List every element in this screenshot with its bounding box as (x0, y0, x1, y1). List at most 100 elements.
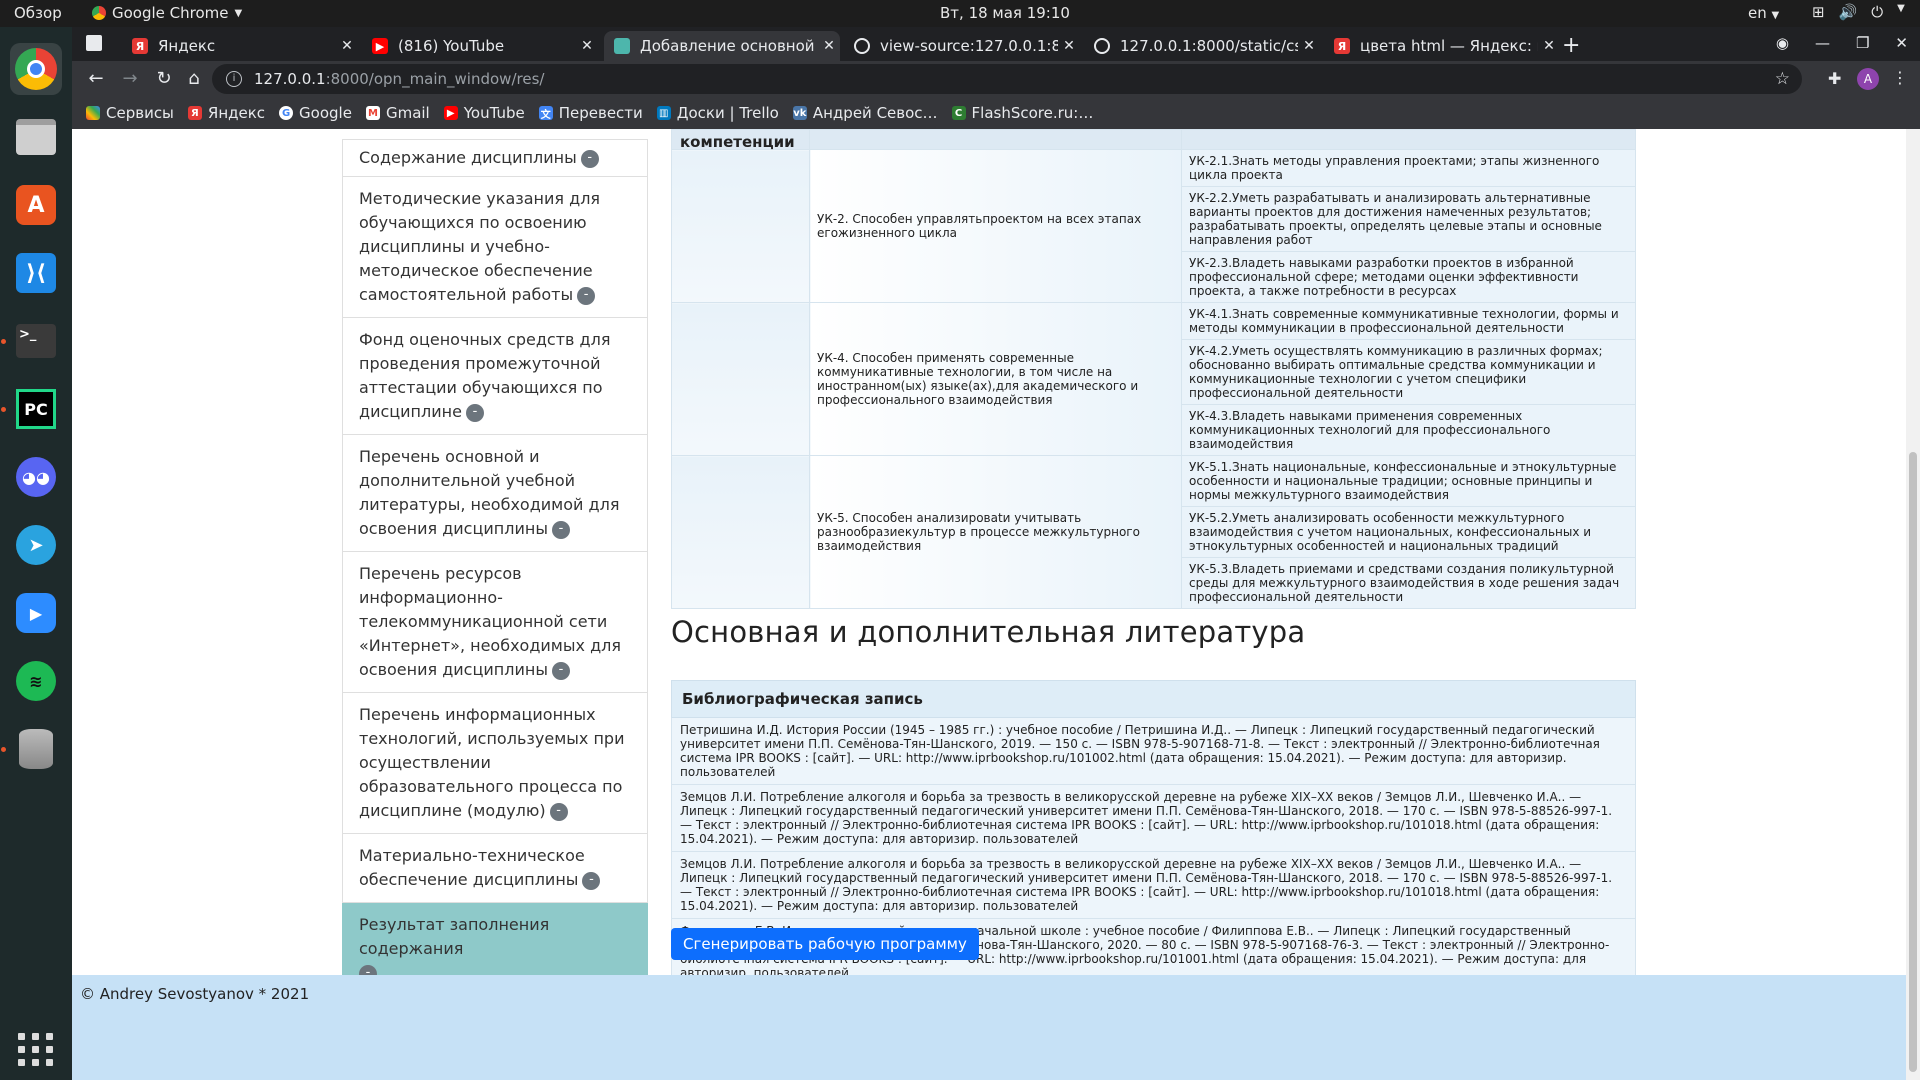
dock-software[interactable]: A (10, 179, 62, 231)
bookmark-item[interactable]: Сервисы (86, 104, 174, 122)
minimize-icon[interactable]: — (1815, 34, 1830, 52)
youtube-icon: ▶ (443, 106, 458, 120)
close-icon[interactable]: ✕ (336, 38, 358, 54)
caret-down-icon: ▼ (1771, 10, 1780, 21)
bookmark-item[interactable]: M Gmail (365, 104, 430, 122)
close-icon[interactable]: ✕ (1298, 38, 1320, 54)
site-info-icon[interactable]: i (226, 71, 242, 87)
clock[interactable]: Вт, 18 мая 19:10 (940, 4, 1070, 22)
tab-current-page[interactable]: Добавление основной и… ✕ (604, 31, 840, 61)
sidebar-item-literature[interactable]: Перечень основной и дополнительной учебн… (342, 435, 648, 552)
sidebar-item-content[interactable]: Содержание дисциплины - (342, 139, 648, 177)
page-scrollbar[interactable] (1906, 129, 1920, 1080)
collapse-badge[interactable]: - (577, 286, 596, 305)
tab-view-source[interactable]: view-source:127.0.0.1:800 ✕ (844, 31, 1080, 61)
browser-menu-icon[interactable]: ⋮ (1892, 68, 1908, 87)
collapse-badge[interactable]: - (551, 661, 570, 680)
column-header-code: компетенции (671, 129, 810, 150)
close-window-icon[interactable]: ✕ (1895, 34, 1908, 52)
dock-terminal[interactable]: >_ (1, 315, 62, 367)
bookmark-item[interactable]: 文 Перевести (538, 104, 643, 122)
tab-title: 127.0.0.1:8000/static/css/ (1120, 37, 1298, 55)
sidebar-item-internet-resources[interactable]: Перечень ресурсов информационно-телекомм… (342, 552, 648, 693)
bookmark-star-icon[interactable]: ☆ (1775, 69, 1790, 89)
close-icon[interactable]: ✕ (818, 38, 840, 54)
yandex-icon: Я (132, 38, 148, 54)
dock-vscode[interactable]: ⟩⟨ (10, 247, 62, 299)
tab-static-css[interactable]: 127.0.0.1:8000/static/css/ ✕ (1084, 31, 1320, 61)
system-tray[interactable]: ⊞ 🔊 ⏻ ▼ (1812, 3, 1905, 21)
collapse-badge[interactable]: - (582, 871, 601, 890)
dock-database[interactable] (1, 723, 62, 775)
table-row: Петришина И.Д. История России (1945 – 19… (671, 717, 1636, 785)
vscode-icon: ⟩⟨ (16, 253, 56, 293)
generate-program-button[interactable]: Сгенерировать рабочую программу (671, 928, 979, 960)
dock-zoom[interactable]: ▶ (10, 587, 62, 639)
collapse-badge[interactable]: - (549, 802, 568, 821)
dock-discord[interactable]: ◕◕ (10, 451, 62, 503)
page-viewport: Содержание дисциплины - Методические указ… (72, 129, 1920, 1080)
column-header-competence (809, 129, 1182, 150)
close-icon[interactable]: ✕ (576, 38, 598, 54)
bookmark-item[interactable]: ▥ Доски | Trello (656, 104, 779, 122)
globe-icon (854, 38, 870, 54)
bookmark-item[interactable]: G Google (279, 104, 352, 122)
address-bar[interactable]: i 127.0.0.1:8000/opn_main_window/res/ ☆ (212, 64, 1802, 94)
show-apps-icon[interactable] (18, 1033, 54, 1066)
bookmark-item[interactable]: vk Андрей Севос… (792, 104, 938, 122)
dock-chrome[interactable] (10, 43, 62, 95)
tab-youtube[interactable]: ▶ (816) YouTube ✕ (362, 31, 598, 61)
vk-icon: vk (792, 106, 807, 120)
app-menu[interactable]: Google Chrome ▼ (92, 4, 242, 22)
back-icon[interactable]: ← (84, 68, 108, 89)
pycharm-icon: PC (16, 389, 56, 429)
tab-list-icon[interactable]: ◉ (1776, 34, 1789, 52)
profile-avatar[interactable]: A (1857, 68, 1879, 90)
dock-files[interactable] (10, 111, 62, 163)
collapse-badge[interactable]: - (465, 403, 484, 422)
sidebar-item-guidelines[interactable]: Методические указания для обучающихся по… (342, 177, 648, 318)
files-icon (16, 119, 56, 155)
sidebar-item-label: Фонд оценочных средств для проведения пр… (359, 330, 611, 421)
new-tab-button[interactable]: + (1562, 33, 1580, 58)
bookmark-item[interactable]: C FlashScore.ru:… (951, 104, 1093, 122)
indicator-cell: УК-2.1.Знать методы управления проектами… (1181, 149, 1636, 187)
tab-yandex-search[interactable]: Я цвета html — Яндекс: на ✕ (1324, 31, 1560, 61)
bookmark-label: Сервисы (106, 104, 174, 122)
keyboard-layout[interactable]: en ▼ (1748, 4, 1779, 22)
home-icon[interactable]: ⌂ (182, 68, 206, 89)
dock-spotify[interactable]: ≋ (10, 655, 62, 707)
collapse-badge[interactable]: - (580, 149, 599, 168)
bookmark-item[interactable]: ▶ YouTube (443, 104, 525, 122)
code-cell (671, 455, 810, 609)
tab-yandex[interactable]: Я Яндекс ✕ (122, 31, 358, 61)
scrollbar-thumb[interactable] (1909, 452, 1917, 1072)
caret-down-icon: ▼ (1897, 3, 1905, 14)
collapse-badge[interactable]: - (551, 520, 570, 539)
sidebar-item-assessment-fund[interactable]: Фонд оценочных средств для проведения пр… (342, 318, 648, 435)
extensions-icon[interactable]: ✚ (1828, 69, 1841, 88)
app-menu-label: Google Chrome (112, 4, 229, 22)
sidebar-item-equipment[interactable]: Материально-техническое обеспечение дисц… (342, 834, 648, 903)
bibliography-cell: Земцов Л.И. Потребление алкоголя и борьб… (671, 851, 1636, 919)
dock-telegram[interactable]: ➤ (10, 519, 62, 571)
indicator-cell: УК-4.2.Уметь осуществлять коммуникацию в… (1181, 339, 1636, 405)
network-icon: ⊞ (1812, 3, 1825, 21)
dock-pycharm[interactable]: PC (1, 383, 62, 435)
telegram-icon: ➤ (16, 525, 56, 565)
close-icon[interactable]: ✕ (1538, 38, 1560, 54)
bookmarks-bar: Сервисы Я Яндекс G Google M Gmail ▶ YouTube … (72, 97, 1920, 129)
forward-icon[interactable]: → (118, 68, 142, 89)
activities-button[interactable]: Обзор (14, 4, 62, 22)
window-controls: ◉ — ❐ ✕ (1776, 34, 1908, 52)
sidebar-item-it[interactable]: Перечень информационных технологий, испо… (342, 693, 648, 834)
tab-search-icon[interactable] (86, 35, 102, 51)
indicator-cell: УК-5.3.Владеть приемами и средствами соз… (1181, 557, 1636, 609)
discord-icon: ◕◕ (16, 457, 56, 497)
literature-heading: Основная и дополнительная литература (671, 615, 1306, 649)
reload-icon[interactable]: ↻ (152, 68, 176, 89)
bookmark-item[interactable]: Я Яндекс (187, 104, 265, 122)
close-icon[interactable]: ✕ (1058, 38, 1080, 54)
maximize-icon[interactable]: ❐ (1856, 34, 1869, 52)
tab-title: Яндекс (158, 37, 216, 55)
